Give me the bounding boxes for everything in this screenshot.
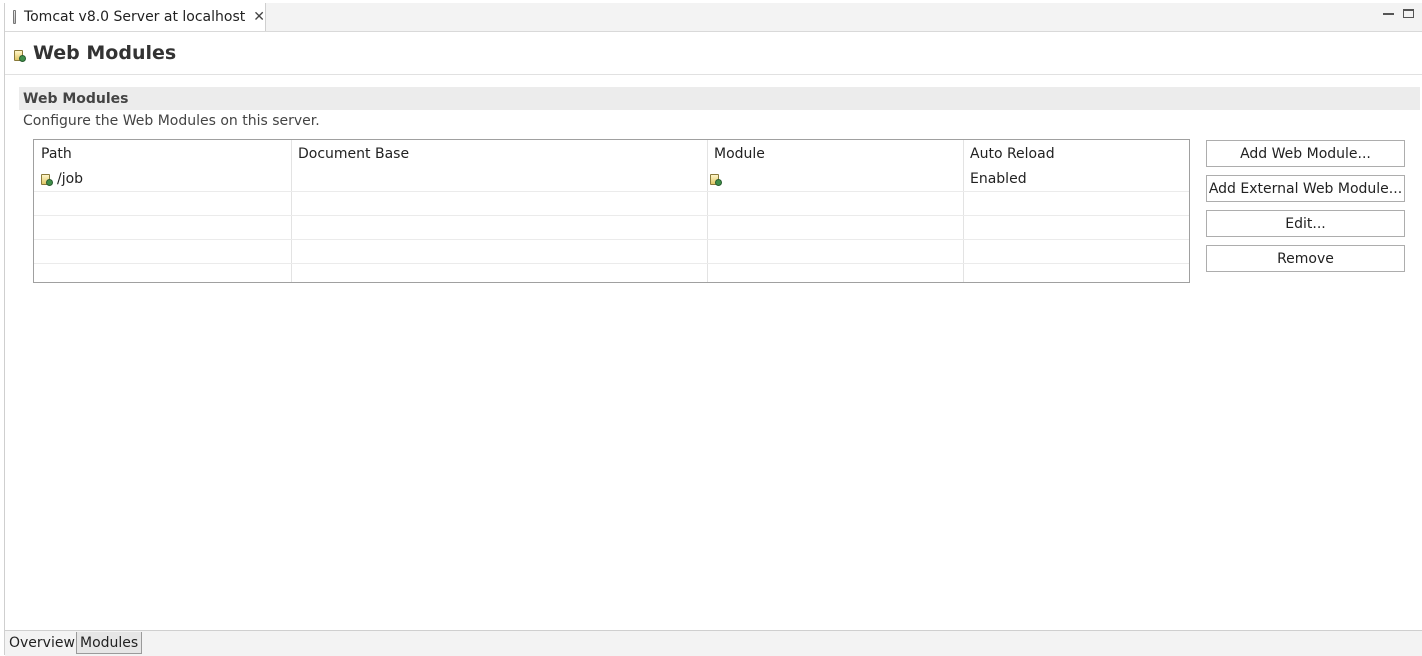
web-module-icon	[710, 173, 722, 186]
server-icon	[13, 10, 16, 24]
header-document-base[interactable]: Document Base	[298, 146, 409, 162]
edit-button[interactable]: Edit...	[1206, 210, 1405, 237]
section-header[interactable]: Web Modules	[19, 87, 1420, 110]
minimize-icon[interactable]	[1383, 9, 1394, 15]
editor-page-tabs: Overview Modules	[5, 630, 1422, 656]
header-auto-reload[interactable]: Auto Reload	[970, 146, 1055, 162]
table-row-empty	[34, 240, 1189, 264]
editor-tab-bar: Tomcat v8.0 Server at localhost ✕	[5, 3, 1422, 32]
table-row-empty	[34, 192, 1189, 216]
editor-tab-title: Tomcat v8.0 Server at localhost	[23, 9, 246, 25]
cell-auto-reload: Enabled	[970, 171, 1027, 187]
table-header: Path Document Base Module Auto Reload	[34, 140, 1189, 168]
header-module[interactable]: Module	[714, 146, 765, 162]
tab-modules[interactable]: Modules	[76, 632, 143, 654]
header-path[interactable]: Path	[41, 146, 72, 162]
maximize-icon[interactable]	[1403, 9, 1414, 18]
tab-overview[interactable]: Overview	[6, 632, 78, 654]
add-external-web-module-button[interactable]: Add External Web Module...	[1206, 175, 1405, 202]
close-icon[interactable]: ✕	[253, 9, 265, 25]
cell-path: /job	[57, 171, 84, 187]
section-title: Web Modules	[23, 90, 129, 107]
remove-button[interactable]: Remove	[1206, 245, 1405, 272]
web-module-icon	[14, 49, 26, 62]
table-row[interactable]: /job Enabled	[34, 168, 1189, 192]
server-editor: Tomcat v8.0 Server at localhost ✕ Web Mo…	[4, 3, 1422, 656]
form-header: Web Modules	[5, 32, 1422, 75]
section-description: Configure the Web Modules on this server…	[23, 113, 320, 129]
table-row-empty	[34, 264, 1189, 282]
web-module-icon	[41, 173, 53, 186]
web-modules-table[interactable]: Path Document Base Module Auto Reload /j…	[33, 139, 1190, 283]
table-row-empty	[34, 216, 1189, 240]
add-web-module-button[interactable]: Add Web Module...	[1206, 140, 1405, 167]
page-title: Web Modules	[33, 42, 177, 64]
editor-tab-server[interactable]: Tomcat v8.0 Server at localhost ✕	[5, 3, 266, 31]
